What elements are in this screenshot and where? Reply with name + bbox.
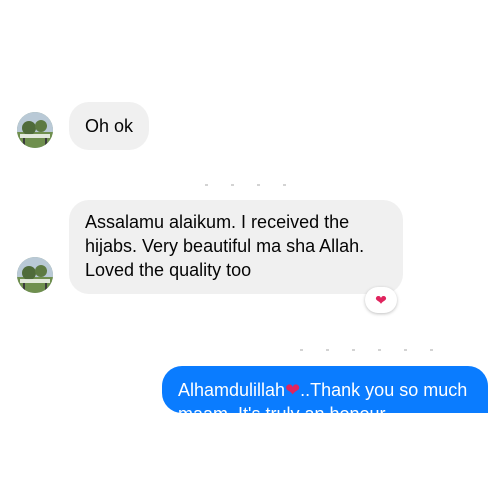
message-text: Oh ok	[85, 116, 134, 136]
message-text-start: Alhamdulillah	[178, 380, 286, 400]
message-bubble-incoming[interactable]: Assalamu alaikum. I received the hijabs.…	[69, 200, 403, 294]
divider	[205, 184, 300, 186]
message-text: Assalamu alaikum. I received the hijabs.…	[85, 212, 365, 280]
contact-avatar[interactable]	[17, 112, 53, 148]
contact-avatar[interactable]	[17, 257, 53, 293]
message-bubble-incoming[interactable]: Oh ok	[69, 102, 150, 150]
avatar-photo-icon	[17, 257, 53, 293]
red-heart-icon: ❤	[375, 291, 387, 308]
avatar-photo-icon	[17, 112, 53, 148]
divider	[300, 349, 435, 351]
reaction-badge[interactable]: ❤	[365, 287, 397, 313]
message-bubble-outgoing[interactable]: Alhamdulillah❤..Thank you so much maam. …	[162, 366, 488, 413]
red-heart-icon: ❤	[285, 380, 301, 400]
